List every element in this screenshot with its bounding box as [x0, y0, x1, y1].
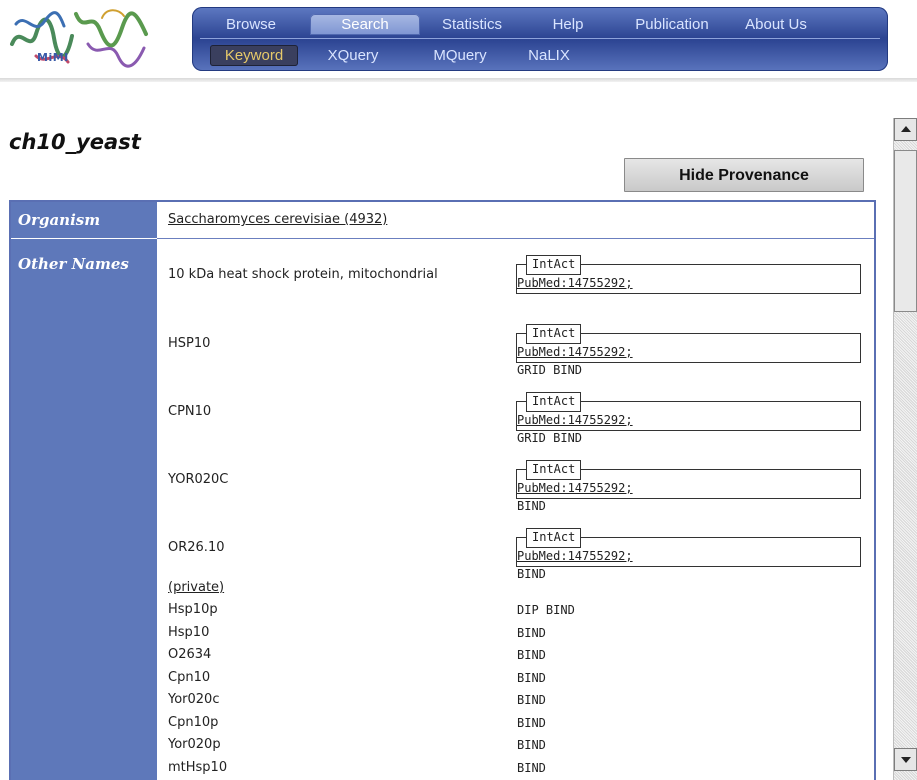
- intact-source-tab: IntAct: [526, 324, 582, 344]
- main-navigation: Browse Search Statistics Help Publicatio…: [192, 7, 888, 71]
- private-name: Yor020p: [168, 737, 221, 752]
- private-name: Cpn10: [168, 669, 211, 685]
- other-name: 10 kDa heat shock protein, mitochondrial: [168, 267, 438, 282]
- label-row-divider: [11, 238, 157, 239]
- other-name: YOR020C: [168, 472, 229, 487]
- mimi-logo[interactable]: MiMI: [6, 4, 156, 74]
- private-name-source: BIND: [517, 693, 546, 707]
- intact-source-tab: IntAct: [526, 392, 582, 412]
- page-title: ch10_yeast: [9, 130, 141, 154]
- other-name: CPN10: [168, 404, 212, 419]
- private-names-link[interactable]: (private): [168, 580, 224, 595]
- private-name: Hsp10p: [168, 602, 218, 617]
- private-name-source: BIND: [517, 648, 546, 662]
- provenance-sources: GRID BIND: [517, 363, 583, 377]
- scroll-down-arrow-icon[interactable]: [894, 748, 917, 771]
- intact-source-tab: IntAct: [526, 528, 582, 548]
- pubmed-link[interactable]: PubMed:14755292;: [517, 413, 633, 427]
- pubmed-link[interactable]: PubMed:14755292;: [517, 481, 633, 495]
- pubmed-link[interactable]: PubMed:14755292;: [517, 345, 633, 359]
- intact-source-tab: IntAct: [526, 255, 582, 275]
- private-name: Cpn10p: [168, 714, 219, 730]
- organism-link[interactable]: Saccharomyces cerevisiae (4932): [168, 212, 387, 227]
- nav-publication[interactable]: Publication: [612, 14, 732, 35]
- intact-source-tab: IntAct: [526, 460, 582, 480]
- other-name: HSP10: [168, 336, 211, 351]
- private-name-source: BIND: [517, 625, 546, 640]
- provenance-sources: BIND: [517, 499, 546, 513]
- nav-sub-row: Keyword XQuery MQuery NaLIX: [192, 41, 888, 69]
- nav-search[interactable]: Search: [310, 13, 420, 35]
- protein-structure-logo-icon: [10, 9, 148, 68]
- nav-nalix[interactable]: NaLIX: [512, 45, 586, 66]
- scrollbar-thumb[interactable]: [894, 150, 917, 312]
- organism-row-divider: [157, 238, 874, 239]
- other-names-label: Other Names: [18, 255, 129, 273]
- private-name: mtHsp10: [168, 759, 228, 775]
- nav-xquery[interactable]: XQuery: [298, 45, 408, 66]
- nav-top-row: Browse Search Statistics Help Publicatio…: [192, 10, 888, 38]
- private-name-source: BIND: [517, 738, 546, 752]
- private-name-source: BIND: [517, 670, 546, 685]
- hide-provenance-button[interactable]: Hide Provenance: [624, 158, 864, 192]
- pubmed-link[interactable]: PubMed:14755292;: [517, 276, 633, 290]
- provenance-sources: GRID BIND: [517, 431, 583, 445]
- nav-browse[interactable]: Browse: [192, 14, 310, 35]
- logo-text: MiMI: [37, 51, 69, 64]
- vertical-scrollbar[interactable]: [893, 118, 917, 780]
- organism-label: Organism: [18, 211, 101, 229]
- nav-about-us[interactable]: About Us: [732, 14, 820, 35]
- scroll-up-arrow-icon[interactable]: [894, 118, 917, 141]
- private-name-source: BIND: [517, 715, 546, 730]
- private-name-source: BIND: [517, 760, 546, 775]
- nav-mquery[interactable]: MQuery: [408, 45, 512, 66]
- private-name: O2634: [168, 647, 212, 662]
- header-divider: [0, 78, 917, 82]
- nav-help[interactable]: Help: [524, 14, 612, 35]
- nav-keyword[interactable]: Keyword: [210, 44, 298, 66]
- other-name: OR26.10: [168, 540, 225, 555]
- nav-statistics[interactable]: Statistics: [420, 14, 524, 35]
- nav-divider: [200, 38, 880, 39]
- label-column: [11, 202, 157, 780]
- pubmed-link[interactable]: PubMed:14755292;: [517, 549, 633, 563]
- private-name: Yor020c: [168, 692, 220, 707]
- private-name-source: DIP BIND: [517, 603, 575, 617]
- provenance-sources: BIND: [517, 567, 546, 581]
- private-name: Hsp10: [168, 624, 210, 640]
